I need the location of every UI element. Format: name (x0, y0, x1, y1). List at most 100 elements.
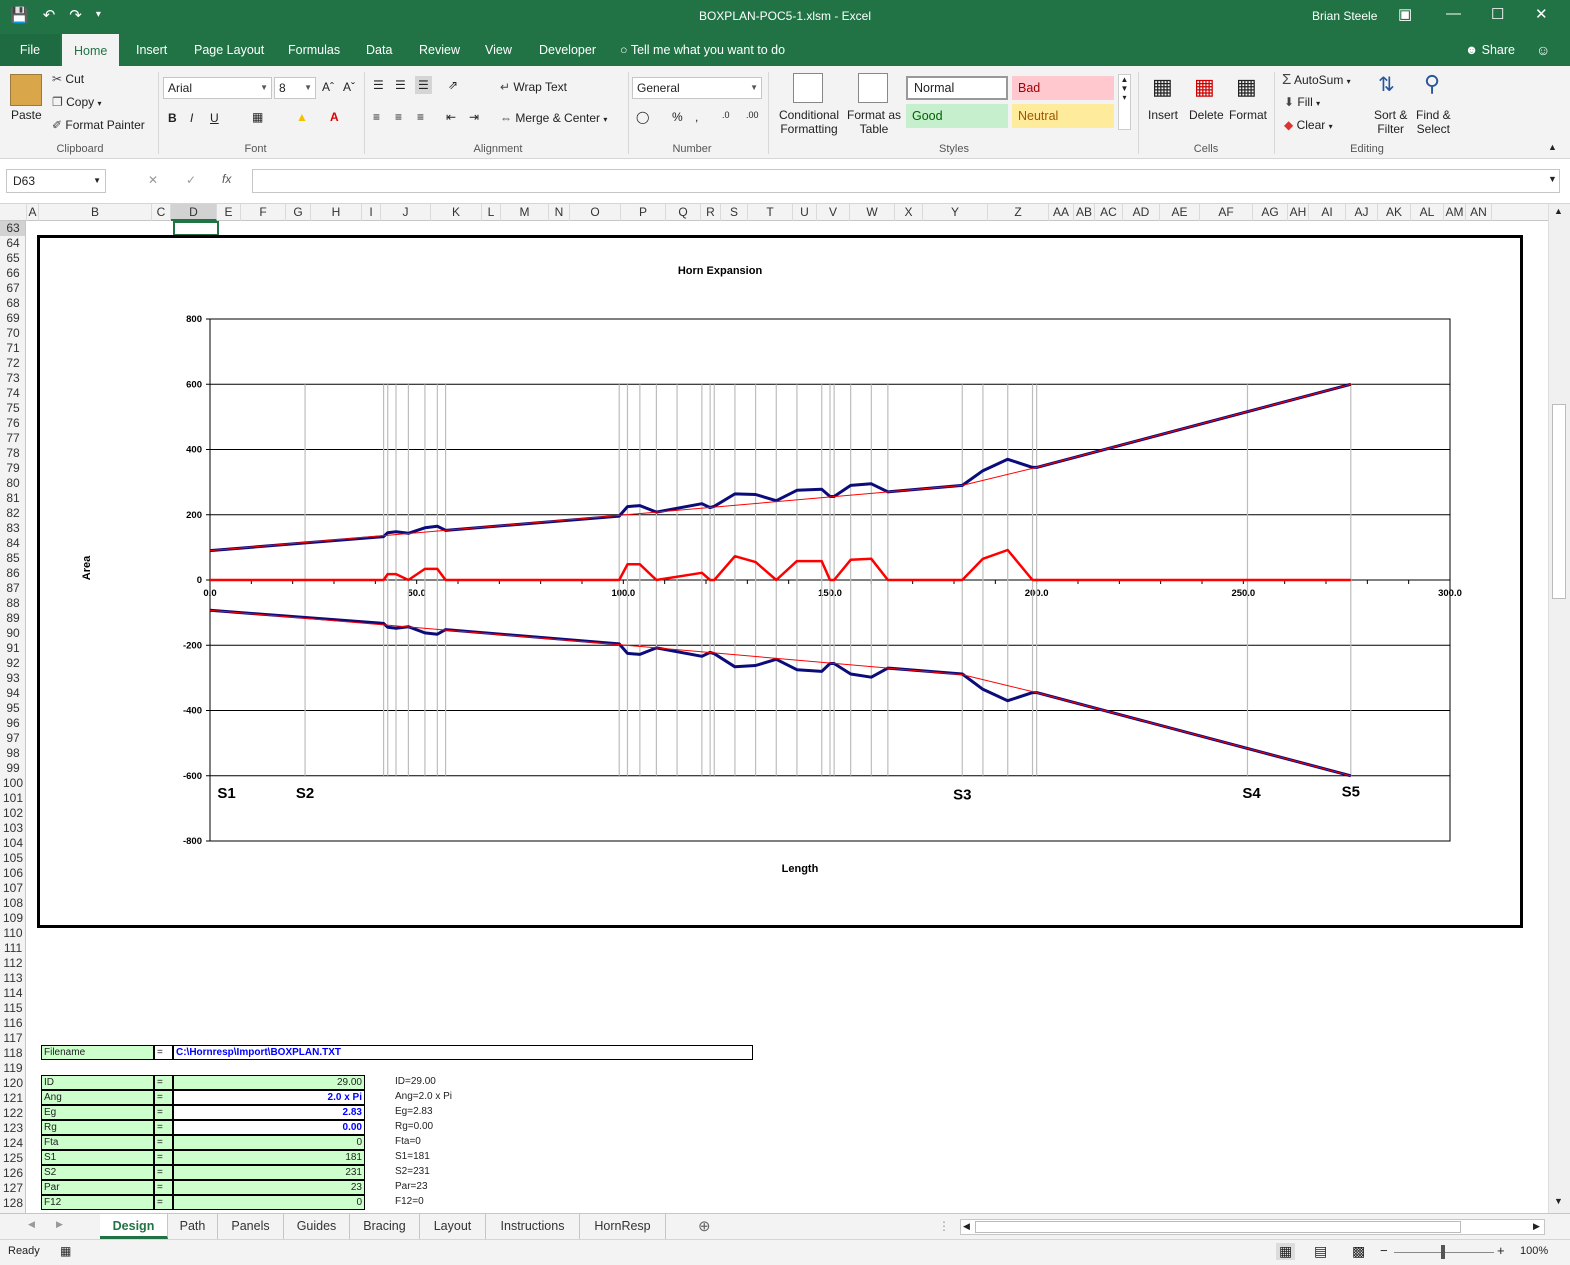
column-header[interactable]: T (748, 204, 793, 221)
row-header[interactable]: 126 (0, 1166, 25, 1181)
param-eq[interactable]: = (154, 1165, 173, 1180)
page-break-view-icon[interactable]: ▩ (1352, 1243, 1365, 1260)
row-header[interactable]: 82 (0, 506, 25, 521)
delete-cells-button[interactable]: Delete (1189, 108, 1224, 122)
column-header[interactable]: H (311, 204, 362, 221)
cancel-formula-icon[interactable]: ✕ (148, 173, 158, 187)
column-header[interactable]: W (850, 204, 895, 221)
align-bottom-icon[interactable]: ☰ (415, 76, 432, 94)
column-header[interactable]: G (286, 204, 311, 221)
row-header[interactable]: 74 (0, 386, 25, 401)
column-header[interactable]: L (482, 204, 501, 221)
find-select-button[interactable]: Find & Select (1416, 108, 1451, 136)
column-header[interactable]: D (171, 204, 217, 221)
row-header[interactable]: 91 (0, 641, 25, 656)
tab-formulas[interactable]: Formulas (288, 34, 340, 66)
column-header[interactable]: J (381, 204, 431, 221)
row-header[interactable]: 96 (0, 716, 25, 731)
row-header[interactable]: 88 (0, 596, 25, 611)
row-header[interactable]: 66 (0, 266, 25, 281)
horizontal-scroll-thumb[interactable] (975, 1221, 1461, 1233)
align-right-icon[interactable]: ≡ (417, 110, 424, 124)
param-value[interactable]: 29.00 (173, 1075, 365, 1090)
column-header[interactable]: AI (1309, 204, 1346, 221)
column-header[interactable]: Q (666, 204, 701, 221)
param-value[interactable]: 0 (173, 1195, 365, 1210)
insert-cells-button[interactable]: Insert (1148, 108, 1178, 122)
tab-page-layout[interactable]: Page Layout (194, 34, 264, 66)
sheet-tab-guides[interactable]: Guides (284, 1214, 350, 1239)
collapse-ribbon-icon[interactable]: ▲ (1548, 142, 1557, 152)
column-header[interactable]: U (793, 204, 817, 221)
param-summary[interactable]: Eg=2.83 (395, 1105, 595, 1120)
enter-formula-icon[interactable]: ✓ (186, 173, 196, 187)
param-value[interactable]: 23 (173, 1180, 365, 1195)
param-eq[interactable]: = (154, 1120, 173, 1135)
sheet-tab-path[interactable]: Path (168, 1214, 218, 1239)
close-icon[interactable]: ✕ (1535, 5, 1548, 23)
vertical-scrollbar[interactable]: ▲ ▼ (1548, 204, 1570, 1213)
row-header[interactable]: 94 (0, 686, 25, 701)
row-header[interactable]: 125 (0, 1151, 25, 1166)
row-header[interactable]: 83 (0, 521, 25, 536)
param-label[interactable]: F12 (41, 1195, 154, 1210)
tell-me-box[interactable]: ○ Tell me what you want to do (620, 34, 785, 66)
param-value[interactable]: 2.83 (173, 1105, 365, 1120)
param-label[interactable]: Ang (41, 1090, 154, 1105)
tab-review[interactable]: Review (419, 34, 460, 66)
wrap-text-button[interactable]: ↵ Wrap Text (500, 80, 567, 94)
column-header[interactable]: Y (923, 204, 988, 221)
param-summary[interactable]: F12=0 (395, 1195, 595, 1210)
tab-splitter-icon[interactable]: ⋮ (938, 1219, 950, 1233)
format-as-table-button[interactable]: Format as Table (846, 108, 902, 136)
column-header[interactable]: K (431, 204, 482, 221)
style-bad[interactable]: Bad (1012, 76, 1114, 100)
param-eq[interactable]: = (154, 1180, 173, 1195)
row-header[interactable]: 77 (0, 431, 25, 446)
row-header[interactable]: 73 (0, 371, 25, 386)
row-header[interactable]: 102 (0, 806, 25, 821)
row-header[interactable]: 106 (0, 866, 25, 881)
macro-record-icon[interactable]: ▦ (60, 1244, 71, 1258)
row-header[interactable]: 76 (0, 416, 25, 431)
column-header[interactable]: AN (1466, 204, 1492, 221)
column-header[interactable]: AL (1411, 204, 1444, 221)
orientation-icon[interactable]: ⇗ (448, 78, 458, 92)
row-header[interactable]: 93 (0, 671, 25, 686)
style-neutral[interactable]: Neutral (1012, 104, 1114, 128)
row-header[interactable]: 70 (0, 326, 25, 341)
row-header[interactable]: 113 (0, 971, 25, 986)
row-header[interactable]: 117 (0, 1031, 25, 1046)
row-header[interactable]: 81 (0, 491, 25, 506)
style-normal[interactable]: Normal (906, 76, 1008, 100)
paste-button[interactable]: Paste (11, 108, 42, 122)
column-header[interactable]: P (621, 204, 666, 221)
param-label[interactable]: Fta (41, 1135, 154, 1150)
expand-formula-icon[interactable]: ▼ (1548, 174, 1557, 184)
comma-style-icon[interactable]: , (695, 110, 698, 124)
param-summary[interactable]: Par=23 (395, 1180, 595, 1195)
row-header[interactable]: 128 (0, 1196, 25, 1211)
row-header[interactable]: 99 (0, 761, 25, 776)
merge-center-button[interactable]: ⇔ Merge & Center ▾ (500, 111, 607, 125)
column-header[interactable]: AD (1123, 204, 1160, 221)
row-header[interactable]: 78 (0, 446, 25, 461)
row-header[interactable]: 116 (0, 1016, 25, 1031)
column-header[interactable]: S (721, 204, 748, 221)
row-header[interactable]: 79 (0, 461, 25, 476)
row-header[interactable]: 114 (0, 986, 25, 1001)
page-layout-view-icon[interactable]: ▤ (1314, 1243, 1327, 1260)
autosum-button[interactable]: Σ AutoSum ▾ (1282, 71, 1351, 88)
insert-function-button[interactable]: fx (222, 172, 231, 186)
select-all-corner[interactable] (0, 204, 27, 221)
param-eq[interactable]: = (154, 1195, 173, 1210)
format-painter-button[interactable]: ✐ Format Painter (52, 118, 145, 132)
sheet-tab-instructions[interactable]: Instructions (486, 1214, 580, 1239)
row-header[interactable]: 68 (0, 296, 25, 311)
scroll-right-icon[interactable]: ▶ (1533, 1221, 1540, 1232)
italic-icon[interactable]: I (190, 111, 193, 125)
align-left-icon[interactable]: ≡ (373, 110, 380, 124)
column-header[interactable]: AB (1074, 204, 1095, 221)
horizontal-scrollbar[interactable]: ◀ ▶ (960, 1219, 1545, 1235)
align-center-icon[interactable]: ≡ (395, 110, 402, 124)
